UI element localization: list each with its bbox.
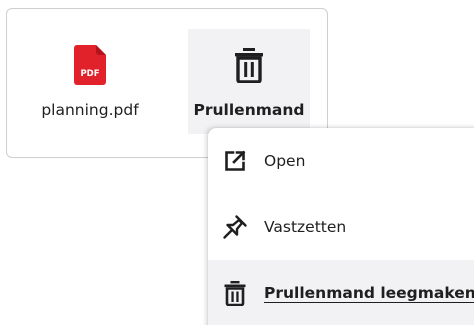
desktop-item-label: planning.pdf (41, 101, 139, 119)
trash-icon (188, 45, 310, 85)
menu-item-label: Vastzetten (264, 218, 347, 236)
desktop-item-trash[interactable]: Prullenmand (188, 29, 310, 134)
trash-icon (222, 280, 248, 306)
menu-item-pin[interactable]: Vastzetten (208, 194, 474, 260)
menu-item-open[interactable]: Open (208, 128, 474, 194)
pin-icon (222, 214, 248, 240)
open-external-icon (222, 148, 248, 174)
context-menu: Open Vastzetten Prullenmand leegmaken (208, 128, 474, 325)
desktop-item-planning-pdf[interactable]: PDF planning.pdf (29, 29, 151, 134)
menu-item-empty-trash[interactable]: Prullenmand leegmaken (208, 260, 474, 325)
menu-item-label: Open (264, 152, 306, 170)
desktop-item-label: Prullenmand (193, 101, 305, 119)
menu-item-label: Prullenmand leegmaken (264, 284, 474, 302)
pdf-badge: PDF (80, 69, 99, 79)
pdf-file-icon: PDF (29, 45, 151, 85)
screen: PDF planning.pdf Prullenmand Open Vastze… (0, 0, 474, 325)
